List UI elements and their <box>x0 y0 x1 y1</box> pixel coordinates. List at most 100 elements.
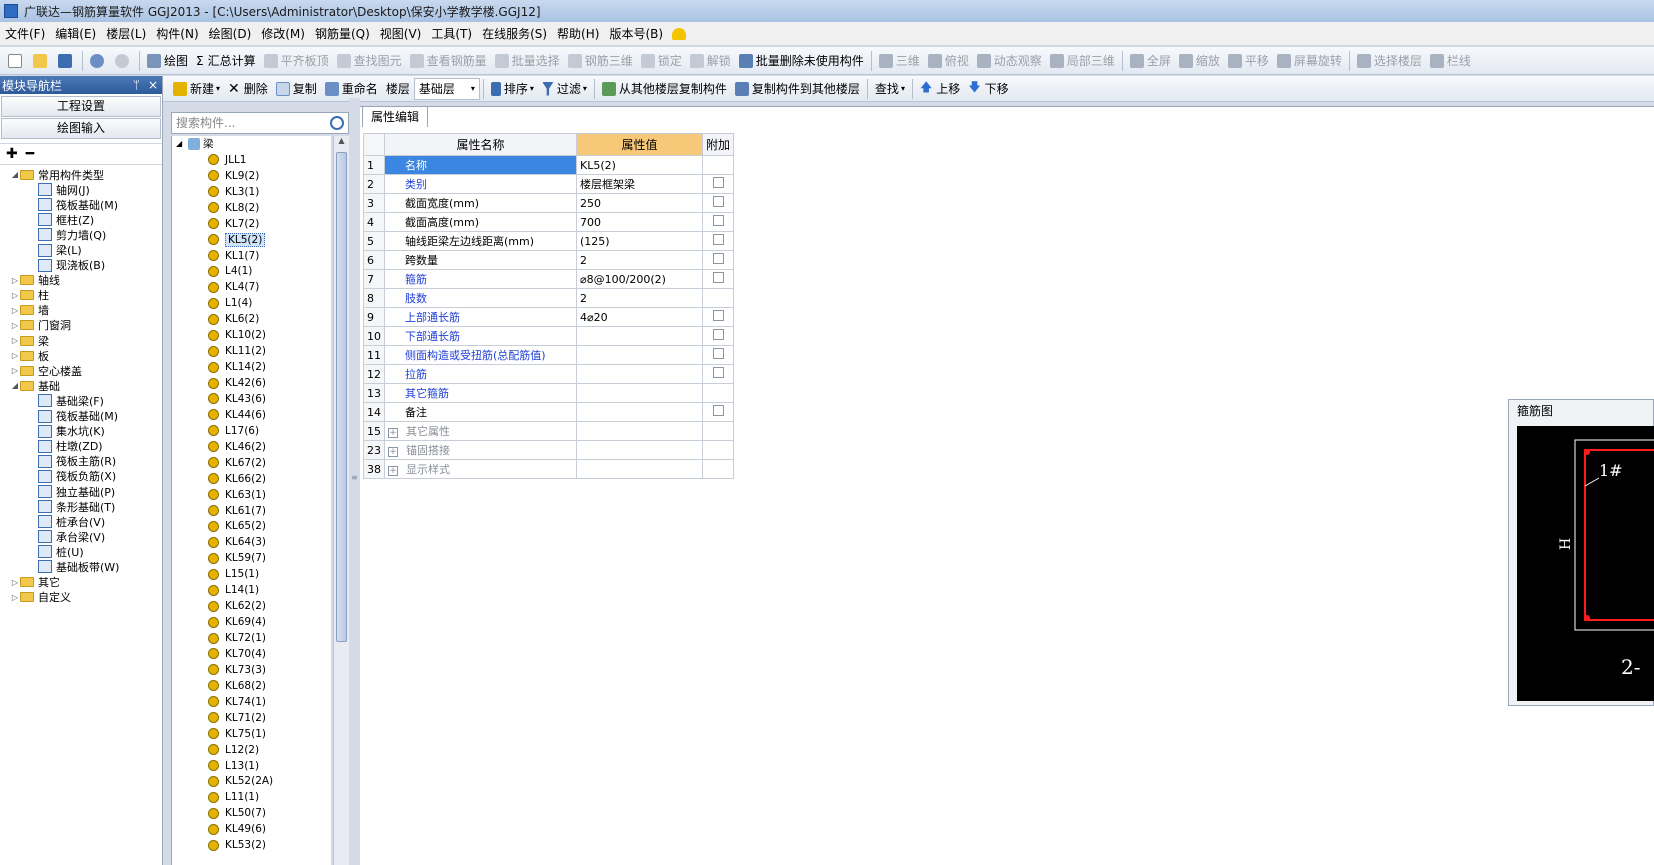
collapsed-triangle-icon[interactable]: ▷ <box>10 578 20 587</box>
component-list-item[interactable]: KL7(2) <box>172 216 331 232</box>
property-value[interactable]: 2 <box>576 250 703 270</box>
tree-item[interactable]: 筏板负筋(X) <box>0 469 162 484</box>
pin-icon[interactable]: ᛘ <box>133 78 140 92</box>
tree-item[interactable]: 梁(L) <box>0 242 162 257</box>
tree-item[interactable]: ▷ 其它 <box>0 575 162 590</box>
extra-checkbox[interactable] <box>712 196 724 207</box>
sort-button[interactable]: 排序 ▾ <box>487 78 538 100</box>
component-list-item[interactable]: JLL1 <box>172 152 331 168</box>
copy-from-floor-button[interactable]: 从其他楼层复制构件 <box>598 78 731 100</box>
collapsed-triangle-icon[interactable]: ▷ <box>10 366 20 375</box>
menu-item[interactable]: 钢筋量(Q) <box>310 25 375 42</box>
property-row[interactable]: 13 其它箍筋 <box>363 383 735 403</box>
menu-item[interactable]: 构件(N) <box>151 25 203 42</box>
component-list-item[interactable]: KL64(3) <box>172 534 331 550</box>
view3d-button[interactable]: 三维 <box>875 50 924 72</box>
extra-checkbox[interactable] <box>712 272 724 283</box>
component-list-item[interactable]: KL9(2) <box>172 168 331 184</box>
property-row[interactable]: 6 跨数量 2 <box>363 250 735 270</box>
extra-checkbox[interactable] <box>712 215 724 226</box>
property-value[interactable]: 楼层框架梁 <box>576 174 703 194</box>
component-list-item[interactable]: KL42(6) <box>172 375 331 391</box>
component-list-item[interactable]: KL67(2) <box>172 455 331 471</box>
tree-item[interactable]: ▷ 轴线 <box>0 273 162 288</box>
component-list-item[interactable]: KL68(2) <box>172 678 331 694</box>
menu-item[interactable]: 帮助(H) <box>552 25 604 42</box>
property-value[interactable] <box>576 459 703 479</box>
tree-item[interactable]: 框柱(Z) <box>0 212 162 227</box>
component-list-item[interactable]: KL50(7) <box>172 805 331 821</box>
collapsed-triangle-icon[interactable]: ▷ <box>10 336 20 345</box>
helmet-icon[interactable] <box>672 27 687 40</box>
filter-button[interactable]: 过滤 ▾ <box>538 78 591 100</box>
tree-item[interactable]: 基础板带(W) <box>0 559 162 574</box>
property-value[interactable] <box>576 326 703 346</box>
tree-item[interactable]: ▷ 梁 <box>0 333 162 348</box>
component-list-item[interactable]: KL72(1) <box>172 630 331 646</box>
rebar3d-button[interactable]: 钢筋三维 <box>564 50 637 72</box>
component-list-item[interactable]: KL59(7) <box>172 550 331 566</box>
extra-checkbox[interactable] <box>712 367 724 378</box>
property-value[interactable] <box>576 383 703 403</box>
batch-select-button[interactable]: 批量选择 <box>491 50 564 72</box>
component-list-item[interactable]: KL3(1) <box>172 184 331 200</box>
copy-to-floor-button[interactable]: 复制构件到其他楼层 <box>731 78 864 100</box>
property-row[interactable]: 14 备注 <box>363 402 735 422</box>
new-component-button[interactable]: 新建 ▾ <box>169 78 224 100</box>
find-element-button[interactable]: 查找图元 <box>333 50 406 72</box>
local3d-button[interactable]: 局部三维 <box>1046 50 1119 72</box>
property-value[interactable]: 2 <box>576 288 703 308</box>
component-list-item[interactable]: KL73(3) <box>172 662 331 678</box>
tree-item[interactable]: ◢ 基础 <box>0 378 162 393</box>
property-value[interactable]: 4⌀20 <box>576 307 703 327</box>
tree-item[interactable]: 筏板基础(M) <box>0 197 162 212</box>
expand-plus-icon[interactable]: + <box>388 447 398 457</box>
tree-item[interactable]: 轴网(J) <box>0 182 162 197</box>
tree-item[interactable]: 现浇板(B) <box>0 258 162 273</box>
move-up-button[interactable]: 🡅 上移 <box>916 78 964 100</box>
view-rebar-button[interactable]: 查看钢筋量 <box>406 50 491 72</box>
component-list-item[interactable]: KL6(2) <box>172 311 331 327</box>
property-row[interactable]: 15 + 其它属性 <box>363 421 735 441</box>
menu-item[interactable]: 视图(V) <box>375 25 427 42</box>
component-list-item[interactable]: KL65(2) <box>172 519 331 535</box>
find-button[interactable]: 查找 ▾ <box>871 78 909 100</box>
redo-button[interactable] <box>111 50 136 72</box>
menu-item[interactable]: 在线服务(S) <box>477 25 552 42</box>
move-down-button[interactable]: 🡇 下移 <box>964 78 1012 100</box>
menu-item[interactable]: 修改(M) <box>256 25 310 42</box>
collapsed-triangle-icon[interactable]: ▷ <box>10 306 20 315</box>
property-row[interactable]: 38 + 显示样式 <box>363 459 735 479</box>
select-floor-button[interactable]: 选择楼层 <box>1353 50 1426 72</box>
drawing-input-button[interactable]: 绘图输入 <box>1 118 161 139</box>
component-list-item[interactable]: KL14(2) <box>172 359 331 375</box>
scroll-up-arrow[interactable]: ▲ <box>334 136 349 150</box>
menu-item[interactable]: 文件(F) <box>0 25 50 42</box>
other-button[interactable]: 栏线 <box>1426 50 1475 72</box>
property-row[interactable]: 11 侧面构造或受扭筋(总配筋值) <box>363 345 735 365</box>
component-list-item[interactable]: KL53(2) <box>172 837 331 853</box>
tree-item[interactable]: 条形基础(T) <box>0 499 162 514</box>
collapse-all-icon[interactable]: ━ <box>26 146 34 162</box>
tree-item[interactable]: ▷ 门窗洞 <box>0 318 162 333</box>
component-list-item[interactable]: KL46(2) <box>172 439 331 455</box>
property-value[interactable]: 700 <box>576 212 703 232</box>
draw-button[interactable]: 绘图 <box>143 50 192 72</box>
menu-item[interactable]: 楼层(L) <box>101 25 151 42</box>
component-list-item[interactable]: KL63(1) <box>172 487 331 503</box>
zoom-button[interactable]: 缩放 <box>1175 50 1224 72</box>
component-list-item[interactable]: KL1(7) <box>172 248 331 264</box>
collapsed-triangle-icon[interactable]: ▷ <box>10 351 20 360</box>
lock-button[interactable]: 锁定 <box>637 50 686 72</box>
component-list-item[interactable]: KL61(7) <box>172 503 331 519</box>
property-value[interactable]: ⌀8@100/200(2) <box>576 269 703 289</box>
collapse-triangle-icon[interactable]: ◢ <box>176 139 188 148</box>
expanded-triangle-icon[interactable]: ◢ <box>10 170 20 179</box>
property-value[interactable] <box>576 421 703 441</box>
tree-item[interactable]: 桩(U) <box>0 544 162 559</box>
component-list-item[interactable]: KL62(2) <box>172 598 331 614</box>
component-list-item[interactable]: KL10(2) <box>172 327 331 343</box>
tree-item[interactable]: 桩承台(V) <box>0 514 162 529</box>
tree-item[interactable]: ▷ 墙 <box>0 303 162 318</box>
extra-checkbox[interactable] <box>712 405 724 416</box>
